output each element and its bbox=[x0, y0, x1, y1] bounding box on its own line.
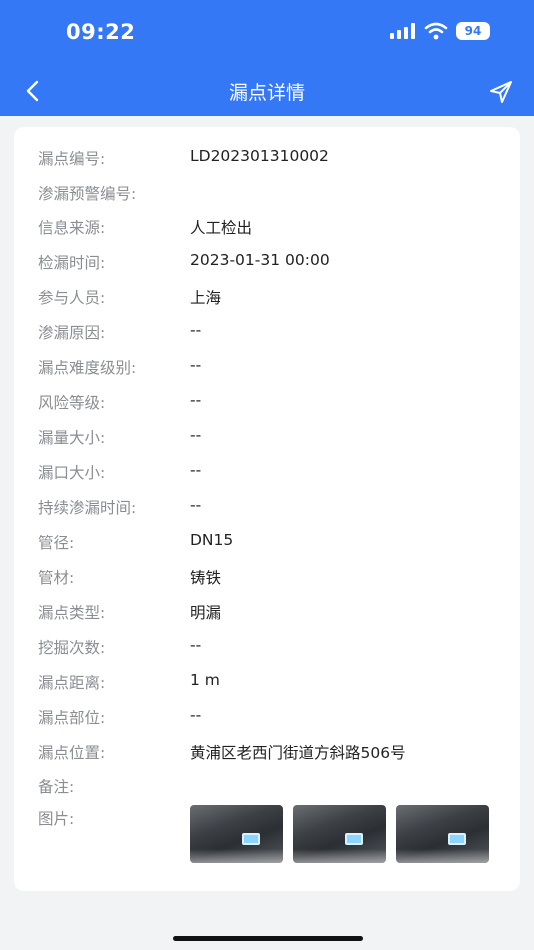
detail-value: -- bbox=[190, 321, 202, 339]
detail-row: 漏点位置: 黄浦区老西门街道方斜路506号 bbox=[14, 741, 520, 771]
device-screen bbox=[448, 833, 466, 845]
detail-label: 漏点位置: bbox=[38, 744, 106, 762]
detail-card: 漏点编号: LD202301310002 渗漏预警编号: 信息来源: 人工检出 … bbox=[14, 127, 520, 891]
detail-row: 管材: 铸铁 bbox=[14, 566, 520, 596]
wifi-icon bbox=[424, 22, 448, 40]
detail-label: 漏点类型: bbox=[38, 604, 106, 622]
detail-label: 持续渗漏时间: bbox=[38, 499, 137, 517]
detail-value: -- bbox=[190, 356, 202, 374]
status-icons: 94 bbox=[390, 22, 490, 40]
detail-value: -- bbox=[190, 706, 202, 724]
detail-row: 持续渗漏时间: -- bbox=[14, 496, 520, 526]
home-indicator[interactable] bbox=[173, 936, 363, 941]
detail-row: 渗漏预警编号: bbox=[14, 182, 520, 212]
detail-value: -- bbox=[190, 461, 202, 479]
detail-row: 风险等级: -- bbox=[14, 391, 520, 421]
status-bar: 09:22 94 bbox=[0, 0, 534, 66]
detail-value: DN15 bbox=[190, 531, 234, 549]
photo-thumbnail[interactable] bbox=[293, 805, 386, 863]
detail-value: 1 m bbox=[190, 671, 220, 689]
detail-row: 挖掘次数: -- bbox=[14, 636, 520, 666]
detail-label: 漏点部位: bbox=[38, 709, 106, 727]
detail-row: 信息来源: 人工检出 bbox=[14, 216, 520, 246]
battery-icon: 94 bbox=[456, 22, 490, 40]
detail-label: 图片: bbox=[38, 810, 75, 828]
status-time: 09:22 bbox=[66, 20, 136, 44]
send-icon[interactable] bbox=[488, 79, 514, 105]
detail-label: 挖掘次数: bbox=[38, 639, 106, 657]
detail-value: -- bbox=[190, 636, 202, 654]
detail-value: 明漏 bbox=[190, 604, 222, 622]
detail-row: 管径: DN15 bbox=[14, 531, 520, 561]
detail-value: LD202301310002 bbox=[190, 147, 329, 165]
detail-row: 漏点类型: 明漏 bbox=[14, 601, 520, 631]
detail-value: 上海 bbox=[190, 289, 222, 307]
detail-row: 漏点难度级别: -- bbox=[14, 356, 520, 386]
detail-row: 漏点距离: 1 m bbox=[14, 671, 520, 701]
detail-label: 漏量大小: bbox=[38, 429, 106, 447]
detail-row: 备注: bbox=[14, 775, 520, 805]
detail-row: 参与人员: 上海 bbox=[14, 286, 520, 316]
detail-value: 人工检出 bbox=[190, 219, 253, 237]
battery-level: 94 bbox=[464, 24, 482, 38]
detail-label: 漏点距离: bbox=[38, 674, 106, 692]
detail-row: 漏口大小: -- bbox=[14, 461, 520, 491]
detail-label: 参与人员: bbox=[38, 289, 106, 307]
detail-value: -- bbox=[190, 496, 202, 514]
detail-label: 备注: bbox=[38, 778, 75, 796]
detail-label: 漏口大小: bbox=[38, 464, 106, 482]
detail-value: 2023-01-31 00:00 bbox=[190, 251, 330, 269]
detail-row: 漏量大小: -- bbox=[14, 426, 520, 456]
detail-label: 检漏时间: bbox=[38, 254, 106, 272]
photo-thumbnail[interactable] bbox=[396, 805, 489, 863]
signal-icon bbox=[390, 23, 415, 39]
detail-value: -- bbox=[190, 426, 202, 444]
photo-list bbox=[190, 805, 489, 863]
detail-label: 管材: bbox=[38, 569, 75, 587]
detail-label: 管径: bbox=[38, 534, 75, 552]
detail-row: 检漏时间: 2023-01-31 00:00 bbox=[14, 251, 520, 281]
detail-row: 渗漏原因: -- bbox=[14, 321, 520, 351]
detail-label: 渗漏预警编号: bbox=[38, 185, 137, 203]
detail-value: 黄浦区老西门街道方斜路506号 bbox=[190, 744, 406, 762]
device-screen bbox=[345, 833, 363, 845]
detail-label: 信息来源: bbox=[38, 219, 106, 237]
detail-row: 漏点编号: LD202301310002 bbox=[14, 147, 520, 177]
photo-thumbnail[interactable] bbox=[190, 805, 283, 863]
detail-label: 风险等级: bbox=[38, 394, 106, 412]
detail-row: 漏点部位: -- bbox=[14, 706, 520, 736]
detail-label: 漏点难度级别: bbox=[38, 359, 137, 377]
detail-value: 铸铁 bbox=[190, 569, 222, 587]
device-screen bbox=[242, 833, 260, 845]
detail-label: 渗漏原因: bbox=[38, 324, 106, 342]
page-title: 漏点详情 bbox=[228, 82, 305, 104]
app-header: 09:22 94 漏点详情 bbox=[0, 0, 534, 116]
detail-value: -- bbox=[190, 391, 202, 409]
detail-label: 漏点编号: bbox=[38, 150, 106, 168]
